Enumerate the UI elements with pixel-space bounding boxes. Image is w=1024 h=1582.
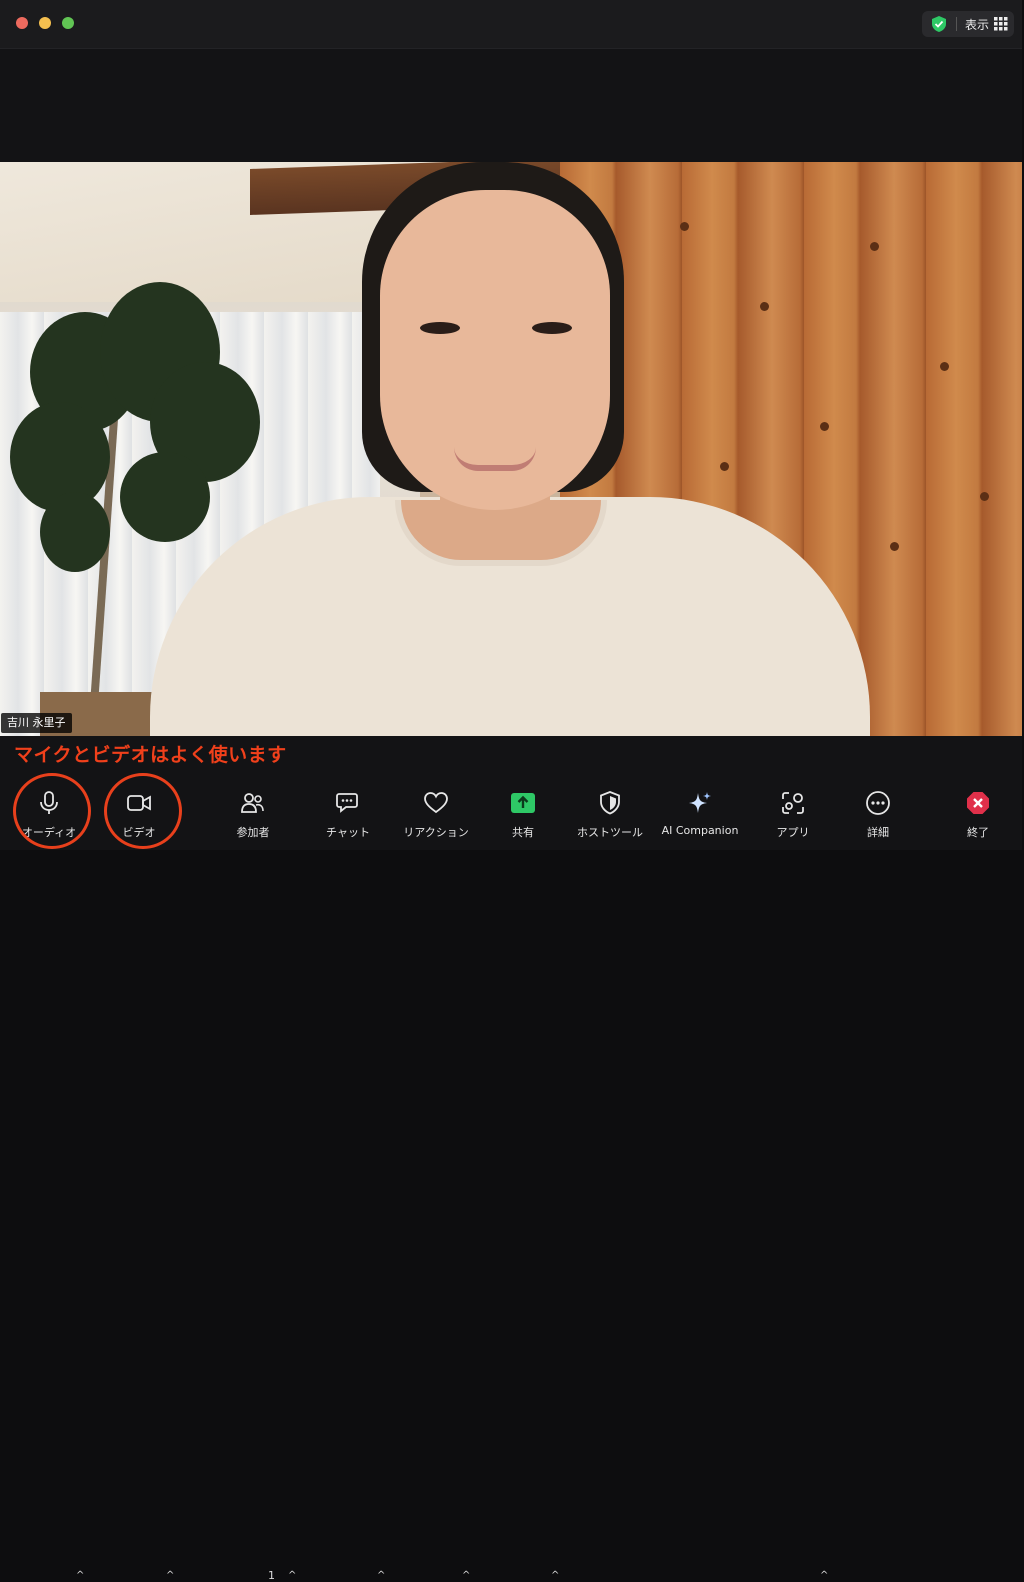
host-tools-button[interactable]: ホストツール <box>570 790 650 846</box>
ai-companion-button[interactable]: AI Companion <box>655 790 745 846</box>
person-collar <box>395 500 607 566</box>
participants-icon <box>241 793 264 813</box>
chat-label: チャット <box>326 826 370 839</box>
chat-button[interactable]: チャット <box>313 790 383 846</box>
apps-button[interactable]: アプリ <box>758 790 828 846</box>
chat-options-caret[interactable]: ^ <box>377 1570 387 1581</box>
participant-name-tag: 吉川 永里子 <box>1 713 72 733</box>
person-eye-left <box>420 322 460 334</box>
share-arrow-icon <box>511 793 535 813</box>
ai-companion-label: AI Companion <box>661 824 739 837</box>
sparkle-icon <box>689 792 711 813</box>
person-eye-right <box>532 322 572 334</box>
shield-icon <box>600 791 620 815</box>
apps-label: アプリ <box>776 826 810 839</box>
view-label: 表示 <box>965 18 990 32</box>
end-meeting-button[interactable]: 終了 <box>943 790 1013 846</box>
annotation-circle-video <box>104 773 182 849</box>
video-options-caret[interactable]: ^ <box>166 1570 176 1581</box>
apps-icon <box>782 792 804 814</box>
person-mouth <box>454 447 536 471</box>
share-options-caret[interactable]: ^ <box>551 1570 561 1581</box>
participants-button[interactable]: 参加者 <box>218 790 288 846</box>
more-label: 詳細 <box>867 826 889 839</box>
apps-options-caret[interactable]: ^ <box>820 1570 830 1581</box>
reactions-options-caret[interactable]: ^ <box>462 1570 472 1581</box>
reactions-label: リアクション <box>403 826 469 839</box>
end-label: 終了 <box>967 826 989 839</box>
annotation-text: マイクとビデオはよく使います <box>14 744 287 766</box>
participants-options-caret[interactable]: ^ <box>288 1570 298 1581</box>
participants-label: 参加者 <box>236 826 270 839</box>
host-tools-label: ホストツール <box>577 826 643 839</box>
grid-icon <box>994 17 1008 31</box>
end-icon <box>967 792 989 814</box>
title-bar: 表示 <box>0 0 1022 49</box>
minimize-window-button[interactable] <box>39 17 51 29</box>
view-menu-button[interactable]: 表示 <box>922 11 1014 37</box>
close-window-button[interactable] <box>16 17 28 29</box>
chat-icon <box>336 793 358 813</box>
participants-count: 1 <box>268 1569 275 1582</box>
more-icon <box>866 791 890 815</box>
reactions-button[interactable]: リアクション <box>400 790 472 846</box>
share-button[interactable]: 共有 <box>488 790 558 846</box>
share-label: 共有 <box>512 826 534 839</box>
security-shield-icon <box>932 16 946 32</box>
maximize-window-button[interactable] <box>62 17 74 29</box>
annotation-circle-audio <box>13 773 91 849</box>
more-button[interactable]: 詳細 <box>843 790 913 846</box>
participant-video[interactable] <box>0 162 1022 736</box>
pill-divider <box>956 17 957 31</box>
audio-options-caret[interactable]: ^ <box>76 1570 86 1581</box>
heart-icon <box>424 792 448 814</box>
zoom-window: 表示 吉川 永里子 マイクとビデオはよく使います オーディオ ^ ビデオ ^ 参… <box>0 0 1022 1582</box>
